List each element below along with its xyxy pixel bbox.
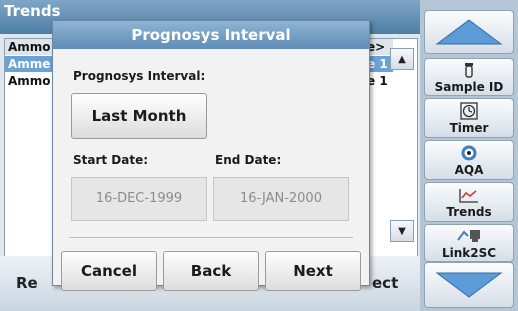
page-up-button[interactable]	[424, 10, 514, 54]
scroll-up-button[interactable]: ▲	[390, 48, 414, 70]
start-date-field: 16-DEC-1999	[71, 177, 207, 221]
timer-button[interactable]: Timer	[424, 98, 514, 138]
interval-select-button[interactable]: Last Month	[71, 93, 207, 139]
arrow-up-icon	[435, 19, 503, 45]
start-date-label: Start Date:	[73, 153, 149, 167]
sample-id-label: Sample ID	[434, 79, 504, 94]
end-date-field: 16-JAN-2000	[213, 177, 349, 221]
trend-chart-icon	[459, 186, 479, 204]
vial-icon	[463, 61, 475, 79]
scroll-down-button[interactable]: ▼	[390, 220, 414, 242]
aqa-button[interactable]: AQA	[424, 140, 514, 180]
arrow-down-icon	[435, 272, 503, 298]
timer-icon	[460, 101, 478, 120]
next-button[interactable]: Next	[265, 251, 361, 291]
triangle-down-icon: ▼	[398, 225, 406, 237]
back-button[interactable]: Back	[163, 251, 259, 291]
dialog-divider	[69, 237, 353, 238]
triangle-up-icon: ▲	[398, 53, 406, 65]
aqa-label: AQA	[454, 162, 484, 177]
link2sc-button[interactable]: Link2SC	[424, 224, 514, 262]
link-device-icon	[456, 227, 482, 245]
bottom-left-button[interactable]: Re	[16, 262, 38, 304]
screen: Trends Ammo Amme Ammo e> e 1 e 1 ▲ ▼ Re …	[0, 0, 518, 311]
dialog-title: Prognosys Interval	[53, 21, 369, 49]
trends-button[interactable]: Trends	[424, 182, 514, 222]
timer-label: Timer	[449, 120, 489, 135]
end-date-label: End Date:	[215, 153, 282, 167]
right-toolbar: Sample ID Timer AQA Trends Link2SC	[420, 0, 518, 311]
list-item[interactable]: Ammo	[5, 73, 53, 89]
link2sc-label: Link2SC	[441, 245, 497, 260]
list-item-selected[interactable]: Amme	[5, 56, 53, 72]
aqa-icon	[460, 144, 478, 162]
page-down-button[interactable]	[424, 262, 514, 308]
bottom-right-button[interactable]: ect	[372, 262, 398, 304]
cancel-button[interactable]: Cancel	[61, 251, 157, 291]
sample-id-button[interactable]: Sample ID	[424, 58, 514, 96]
trends-label: Trends	[446, 204, 492, 219]
interval-label: Prognosys Interval:	[73, 69, 206, 83]
list-item[interactable]: Ammo	[5, 39, 53, 55]
prognosys-interval-dialog: Prognosys Interval Prognosys Interval: L…	[52, 20, 370, 291]
trends-title: Trends	[4, 2, 61, 20]
